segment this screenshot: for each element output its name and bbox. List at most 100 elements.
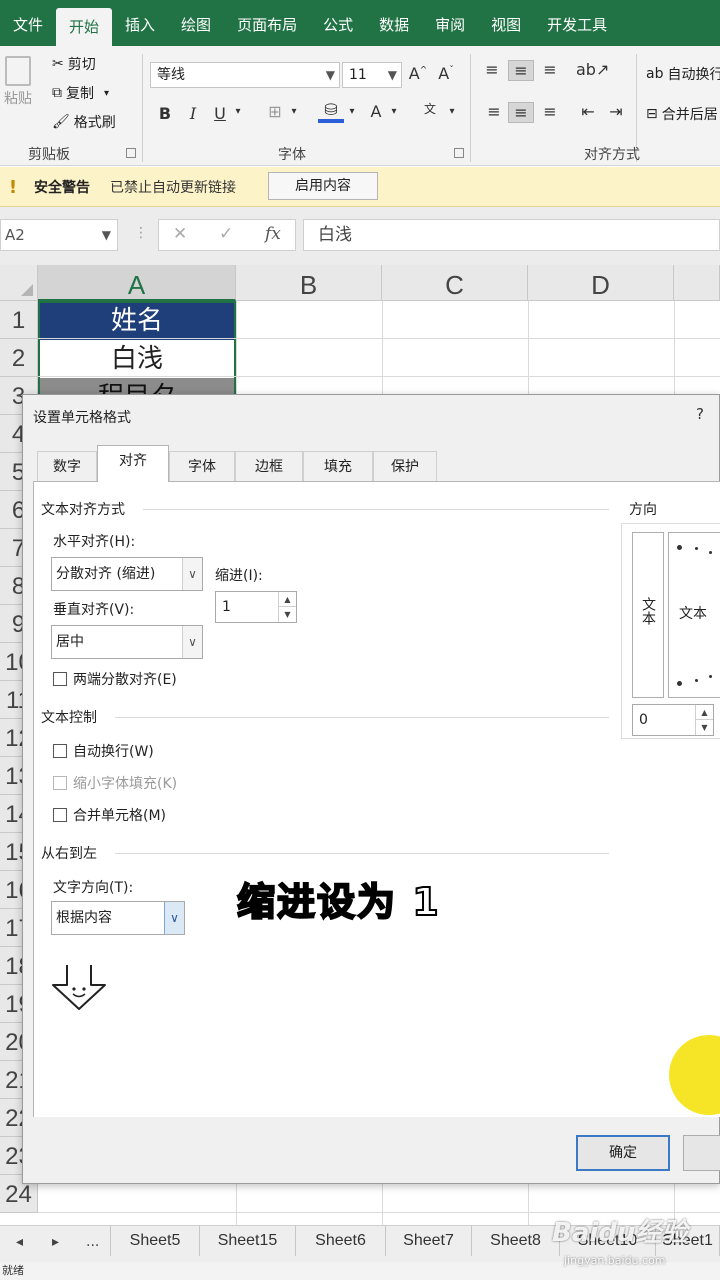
copy-label: 复制 — [66, 86, 94, 102]
enter-icon[interactable]: ✓ — [219, 224, 233, 244]
spin-down-icon[interactable]: ▼ — [696, 720, 713, 735]
column-header-e[interactable] — [674, 265, 720, 301]
sheet-tab[interactable]: Sheet7 — [386, 1226, 472, 1256]
wrap-text-button[interactable]: ab 自动换行 — [646, 64, 720, 84]
row-header[interactable]: 2 — [0, 339, 38, 377]
tab-font[interactable]: 字体 — [169, 451, 235, 481]
font-launcher-icon[interactable] — [454, 148, 464, 158]
tab-protection[interactable]: 保护 — [373, 451, 437, 481]
wrap-text-checkbox[interactable]: 自动换行(W) — [53, 741, 154, 761]
paste-button[interactable]: 粘贴 — [4, 56, 32, 108]
degrees-spinner-buttons: ▲ ▼ — [695, 705, 713, 735]
column-header-b[interactable]: B — [236, 265, 382, 301]
decrease-indent-icon[interactable]: ⇤ — [576, 102, 600, 121]
align-left-icon[interactable]: ≡ — [482, 102, 506, 121]
insert-function-icon[interactable]: fx — [265, 224, 281, 244]
phonetic-icon[interactable]: 文 — [418, 100, 442, 117]
tab-view[interactable]: 视图 — [478, 0, 534, 46]
text-direction-select[interactable]: 根据内容 ∨ — [51, 901, 185, 935]
justify-distributed-label: 两端分散对齐(E) — [73, 672, 177, 688]
cell-a2[interactable]: 白浅 — [39, 340, 235, 378]
indent-spinner[interactable]: 1 ▲ ▼ — [215, 591, 297, 623]
align-top-icon[interactable]: ≡ — [480, 60, 504, 79]
fill-color-icon[interactable]: ⛁ — [318, 100, 344, 123]
name-box[interactable]: A2 ▼ — [0, 219, 118, 251]
wrap-text-label: 自动换行 — [667, 67, 720, 83]
degrees-spinner[interactable]: 0 ▲ ▼ — [632, 704, 714, 736]
ok-button[interactable]: 确定 — [576, 1135, 670, 1171]
tab-data[interactable]: 数据 — [366, 0, 422, 46]
chevron-down-icon[interactable]: ▾ — [232, 106, 244, 117]
sheet-tab[interactable]: Sheet5 — [110, 1226, 200, 1256]
more-icon[interactable]: ⋮ — [134, 225, 148, 241]
merge-center-button[interactable]: ⊟ 合并后居 — [646, 104, 718, 124]
cancel-button[interactable] — [683, 1135, 720, 1171]
select-all-button[interactable] — [0, 265, 38, 301]
decrease-font-icon[interactable]: Aˇ — [436, 64, 456, 83]
cancel-icon[interactable]: ✕ — [173, 224, 187, 244]
chevron-down-icon[interactable]: ▾ — [346, 106, 358, 117]
column-header-d[interactable]: D — [528, 265, 674, 301]
orientation-dial[interactable]: 文本 — [668, 532, 720, 698]
spin-down-icon[interactable]: ▼ — [279, 607, 296, 622]
align-center-icon[interactable]: ≡ — [508, 102, 534, 123]
format-painter-button[interactable]: 🖌 格式刷 — [52, 112, 116, 132]
cut-button[interactable]: ✂ 剪切 — [52, 54, 96, 74]
justify-distributed-checkbox[interactable]: 两端分散对齐(E) — [53, 669, 177, 689]
tab-draw[interactable]: 绘图 — [168, 0, 224, 46]
align-bottom-icon[interactable]: ≡ — [538, 60, 562, 79]
chevron-down-icon: ▼ — [325, 68, 335, 82]
tab-page-layout[interactable]: 页面布局 — [224, 0, 310, 46]
font-name-select[interactable]: 等线 ▼ — [150, 62, 340, 88]
chevron-down-icon[interactable]: ▾ — [388, 106, 400, 117]
clipboard-launcher-icon[interactable] — [126, 148, 136, 158]
tab-number[interactable]: 数字 — [37, 451, 97, 481]
tab-developer[interactable]: 开发工具 — [534, 0, 620, 46]
indent-value: 1 — [222, 599, 231, 615]
orientation-icon[interactable]: ab↗ — [576, 60, 609, 79]
sheet-tab[interactable]: Sheet8 — [472, 1226, 560, 1256]
increase-indent-icon[interactable]: ⇥ — [604, 102, 628, 121]
column-header-c[interactable]: C — [382, 265, 528, 301]
more-sheets-icon[interactable]: ... — [86, 1234, 99, 1250]
spin-up-icon[interactable]: ▲ — [279, 592, 296, 607]
horizontal-align-select[interactable]: 分散对齐 (缩进) ∨ — [51, 557, 203, 591]
chevron-down-icon[interactable]: ▾ — [288, 106, 300, 117]
chevron-down-icon[interactable]: ▾ — [446, 106, 458, 117]
font-size-select[interactable]: 11 ▼ — [342, 62, 402, 88]
underline-icon[interactable]: U — [210, 104, 230, 123]
bold-icon[interactable]: B — [156, 104, 174, 123]
tab-alignment[interactable]: 对齐 — [97, 445, 169, 482]
spin-up-icon[interactable]: ▲ — [696, 705, 713, 720]
copy-button[interactable]: ⧉ 复制 ▾ — [52, 83, 109, 103]
tab-fill[interactable]: 填充 — [303, 451, 373, 481]
dialog-tabs: 数字 对齐 字体 边框 填充 保护 — [23, 445, 720, 482]
column-header-a[interactable]: A — [38, 265, 236, 301]
previous-sheet-icon[interactable]: ◂ — [16, 1234, 23, 1250]
increase-font-icon[interactable]: A^ — [408, 64, 428, 83]
cell-a1[interactable]: 姓名 — [39, 302, 235, 340]
merge-cells-checkbox[interactable]: 合并单元格(M) — [53, 805, 166, 825]
align-middle-icon[interactable]: ≡ — [508, 60, 534, 81]
align-right-icon[interactable]: ≡ — [538, 102, 562, 121]
wrap-text-option-label: 自动换行(W) — [73, 744, 154, 760]
tab-home[interactable]: 开始 — [56, 8, 113, 46]
sheet-tab[interactable]: Sheet6 — [296, 1226, 386, 1256]
enable-content-button[interactable]: 启用内容 — [268, 172, 378, 200]
italic-icon[interactable]: I — [184, 104, 202, 123]
formula-input[interactable]: 白浅 — [303, 219, 720, 251]
font-color-icon[interactable]: A — [366, 102, 386, 121]
tab-formulas[interactable]: 公式 — [310, 0, 366, 46]
tab-border[interactable]: 边框 — [235, 451, 303, 481]
next-sheet-icon[interactable]: ▸ — [52, 1234, 59, 1250]
row-header[interactable]: 1 — [0, 301, 38, 339]
tab-review[interactable]: 审阅 — [422, 0, 478, 46]
help-icon[interactable]: ? — [696, 405, 704, 423]
section-divider — [143, 509, 609, 510]
borders-icon[interactable]: ⊞ — [264, 102, 286, 121]
vertical-align-select[interactable]: 居中 ∨ — [51, 625, 203, 659]
vertical-text-option[interactable]: 文本 — [632, 532, 664, 698]
sheet-tab[interactable]: Sheet15 — [200, 1226, 296, 1256]
tab-insert[interactable]: 插入 — [112, 0, 168, 46]
tab-file[interactable]: 文件 — [0, 0, 56, 46]
